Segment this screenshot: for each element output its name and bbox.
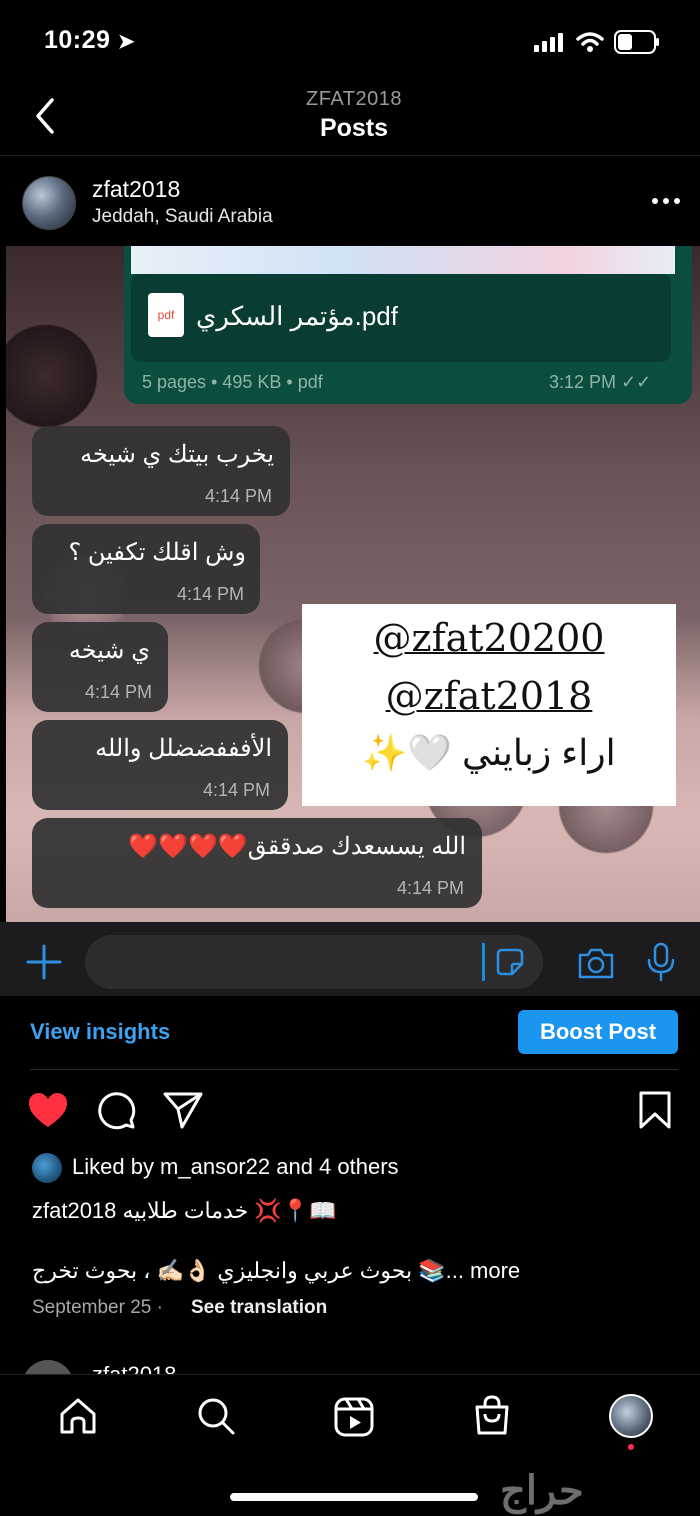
plus-icon[interactable] [26,944,62,980]
author-avatar[interactable] [22,176,76,230]
promo-card: @zfat20200 @zfat2018 اراء زبايني 🤍✨ [302,604,676,806]
document-time: 3:12 PM ✓✓ [549,372,652,392]
view-insights-link[interactable]: View insights [30,1019,170,1045]
chat-message-text: يخرب بيتك ي شيخه [80,441,274,468]
signal-icon [534,33,563,52]
bookmark-icon[interactable] [638,1090,672,1130]
chat-message: ي شيخه 4:14 PM [32,622,168,712]
wifi-icon [576,32,604,52]
shopping-bag-icon[interactable] [472,1394,512,1436]
sticker-icon[interactable] [494,946,526,978]
heart-filled-icon[interactable] [27,1091,69,1129]
status-time: 10:29 ➤ [44,26,136,54]
chat-message-text: الأفففضضلل والله [95,735,272,762]
chat-message-text: وش اقلك تكفين ؟ [68,539,246,566]
promo-handle-2: @zfat2018 [385,674,593,718]
caption-line-1: zfat2018 خدمات طلابيه 💢📍📖 [32,1198,337,1223]
see-translation-link[interactable]: See translation [191,1297,327,1319]
chat-message-time: 4:14 PM [176,584,244,604]
chat-message-time: 4:14 PM [202,780,270,800]
microphone-icon[interactable] [646,942,676,982]
notification-dot [628,1444,634,1450]
chat-message: يخرب بيتك ي شيخه 4:14 PM [32,426,290,516]
home-icon[interactable] [58,1396,98,1436]
author-username[interactable]: zfat2018 [92,176,180,203]
chat-message-time: 4:14 PM [396,878,464,898]
document-preview [131,246,675,274]
header-divider [0,155,700,156]
pdf-icon: pdf [148,293,184,337]
document-meta: 5 pages • 495 KB • pdf [142,372,323,392]
page-title: Posts [319,114,389,142]
chat-message-time: 4:14 PM [84,682,152,702]
paper-plane-icon[interactable] [162,1090,204,1130]
chat-message: وش اقلك تكفين ؟ 4:14 PM [32,524,260,614]
caption-line-2[interactable]: بحوث عربي وانجليزي 👌🏻✍🏻 ، بحوث تخرج 📚...… [32,1258,520,1284]
status-icons [534,30,660,54]
more-options-button[interactable] [650,186,682,216]
profile-tab-avatar[interactable] [609,1394,653,1438]
promo-caption: اراء زبايني 🤍✨ [362,732,616,773]
chat-message-text: ي شيخه [68,637,150,664]
text-caret [482,943,485,981]
insights-divider [30,1069,678,1070]
comment-icon[interactable] [96,1090,136,1130]
header-username: ZFAT2018 [306,88,402,110]
promo-handle-1: @zfat20200 [373,616,605,660]
liker-avatar[interactable] [32,1153,62,1183]
home-indicator[interactable] [230,1493,478,1501]
search-icon[interactable] [196,1396,236,1436]
likes-summary[interactable]: Liked by m_ansor22 and 4 others [72,1154,399,1180]
camera-icon[interactable] [576,945,616,981]
post-date: September 25 · [32,1297,163,1318]
boost-post-button[interactable]: Boost Post [518,1010,678,1054]
document-name: مؤتمر السكري.pdf [196,301,398,331]
chat-message-text: الله يسسعدك صدققق❤️❤️❤️❤️ [128,833,466,860]
chat-message-time: 4:14 PM [204,486,272,506]
message-input[interactable] [85,935,543,989]
chat-message: الأفففضضلل والله 4:14 PM [32,720,288,810]
battery-icon [614,30,659,54]
chat-message: الله يسسعدك صدققق❤️❤️❤️❤️ 4:14 PM [32,818,482,908]
watermark-logo: حراج [500,1469,584,1513]
reels-icon[interactable] [333,1396,375,1438]
post-image[interactable]: pdf مؤتمر السكري.pdf 5 pages • 495 KB • … [6,246,700,922]
post-location[interactable]: Jeddah, Saudi Arabia [92,206,273,228]
